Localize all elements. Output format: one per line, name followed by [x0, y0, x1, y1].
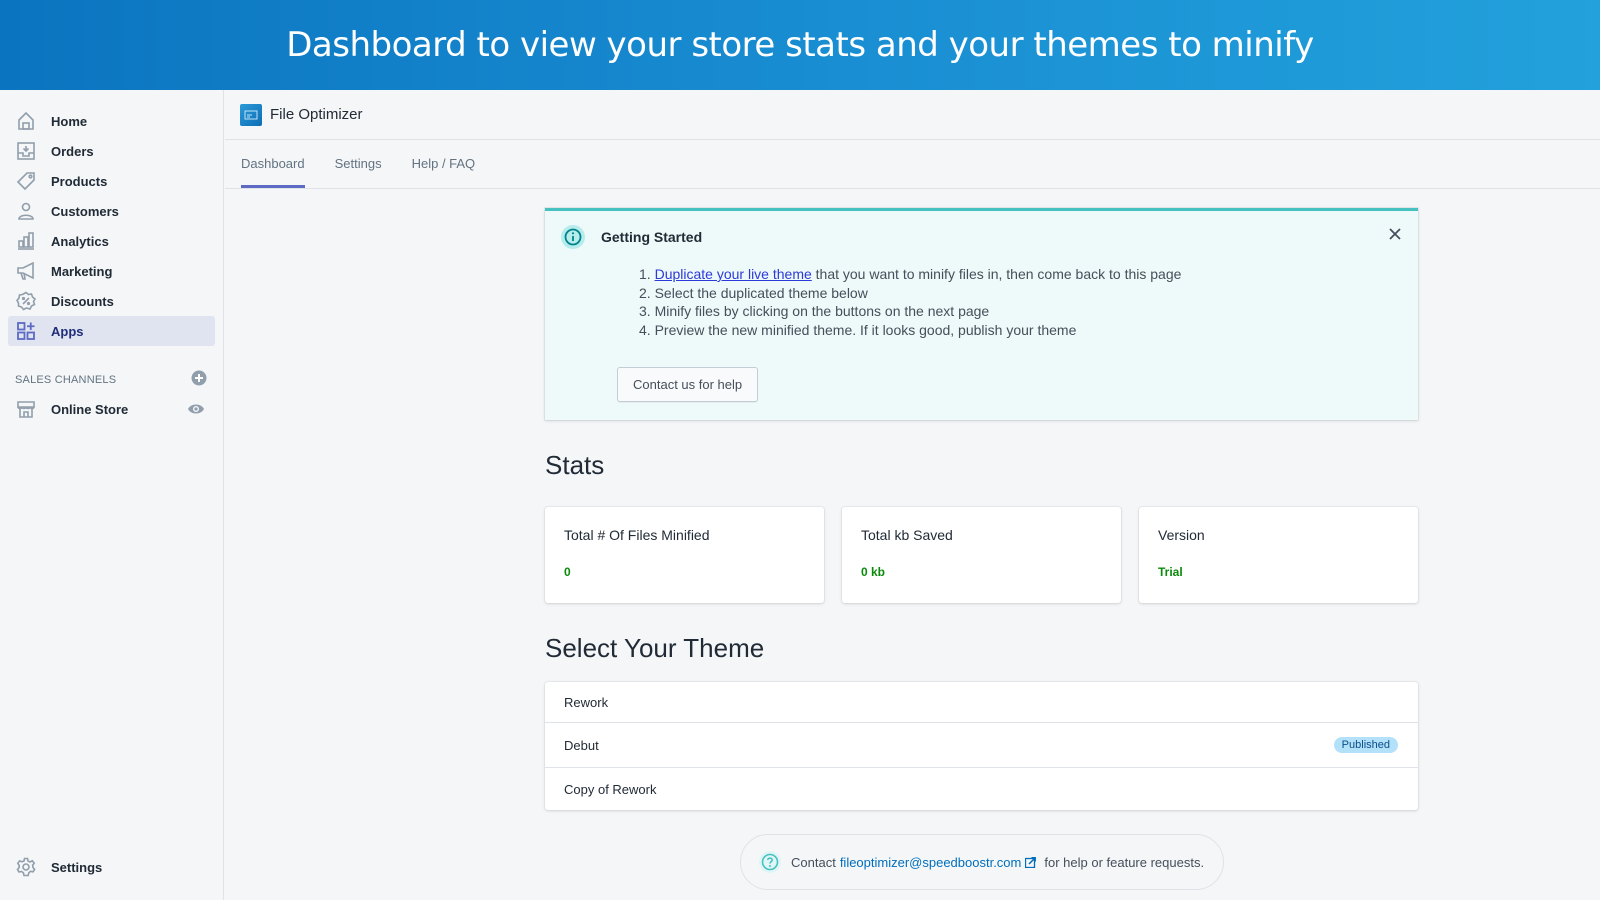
info-icon	[561, 225, 585, 249]
step-number: 3.	[639, 303, 655, 319]
sidebar-item-label: Customers	[51, 203, 119, 219]
sidebar-item-analytics[interactable]: Analytics	[8, 226, 215, 256]
main-area: File Optimizer Dashboard Settings Help /…	[225, 90, 1600, 900]
stats-heading: Stats	[545, 450, 605, 480]
stat-value: 0	[564, 565, 571, 579]
sidebar-item-home[interactable]: Home	[8, 106, 215, 136]
getting-started-header: Getting Started	[561, 225, 1402, 249]
sidebar-item-online-store[interactable]: Online Store	[8, 394, 215, 424]
stat-card-files-minified: Total # Of Files Minified 0	[545, 507, 824, 603]
stat-card-kb-saved: Total kb Saved 0 kb	[842, 507, 1121, 603]
step-item: 3. Minify files by clicking on the butto…	[639, 302, 1402, 321]
theme-row-rework[interactable]: Rework	[545, 682, 1418, 723]
tab-settings[interactable]: Settings	[335, 156, 382, 188]
sidebar-item-products[interactable]: Products	[8, 166, 215, 196]
support-email-link[interactable]: fileoptimizer@speedboostr.com	[840, 855, 1022, 870]
sidebar-item-orders[interactable]: Orders	[8, 136, 215, 166]
theme-list: Rework Debut Published Copy of Rework	[545, 682, 1418, 810]
theme-name: Copy of Rework	[564, 781, 657, 797]
home-icon	[16, 111, 36, 131]
step-item: 2. Select the duplicated theme below	[639, 284, 1402, 303]
sales-channels-heading: SALES CHANNELS	[15, 374, 117, 386]
contact-help-button[interactable]: Contact us for help	[617, 367, 759, 402]
step-number: 1.	[639, 266, 655, 282]
app-tabs: Dashboard Settings Help / FAQ	[225, 140, 1600, 189]
close-icon[interactable]	[1388, 227, 1402, 246]
published-badge: Published	[1333, 737, 1398, 753]
sidebar-item-apps[interactable]: Apps	[8, 316, 215, 346]
eye-icon[interactable]	[187, 402, 205, 416]
sidebar-item-discounts[interactable]: Discounts	[8, 286, 215, 316]
tab-dashboard[interactable]: Dashboard	[241, 156, 305, 188]
footer-prefix: Contact	[791, 854, 836, 870]
sidebar-item-marketing[interactable]: Marketing	[8, 256, 215, 286]
theme-name: Rework	[564, 694, 609, 710]
app-logo-icon	[240, 103, 262, 126]
stat-label: Total kb Saved	[861, 527, 953, 543]
step-number: 4.	[639, 321, 655, 338]
step-text: Preview the new minified theme. If it lo…	[654, 321, 1077, 338]
orders-icon	[16, 141, 36, 161]
stat-card-version: Version Trial	[1139, 507, 1418, 603]
step-text: Minify files by clicking on the buttons …	[654, 303, 990, 319]
stat-value: 0 kb	[861, 565, 886, 579]
apps-icon	[16, 321, 36, 341]
gear-icon	[16, 857, 36, 877]
external-link-icon[interactable]	[1025, 856, 1037, 868]
theme-row-debut[interactable]: Debut Published	[545, 723, 1418, 768]
footer-suffix: for help or feature requests.	[1044, 854, 1205, 870]
sidebar-item-label: Settings	[51, 859, 103, 875]
person-icon	[16, 201, 36, 221]
sidebar-item-label: Orders	[51, 143, 94, 159]
question-icon	[759, 851, 781, 873]
dashboard-content: Getting Started 1. Duplicate your live t…	[545, 208, 1418, 810]
add-channel-icon[interactable]	[191, 370, 207, 391]
getting-started-title: Getting Started	[601, 229, 703, 245]
theme-name: Debut	[564, 737, 599, 753]
sidebar-item-settings[interactable]: Settings	[8, 852, 216, 882]
step-text: Select the duplicated theme below	[654, 284, 868, 301]
stat-label: Version	[1158, 527, 1205, 543]
sidebar-nav: Home Orders Products Customers Analytics	[0, 90, 223, 424]
stat-value: Trial	[1158, 565, 1183, 579]
sidebar-item-label: Online Store	[51, 401, 129, 417]
sidebar-item-label: Discounts	[51, 293, 114, 309]
sidebar-item-label: Marketing	[51, 263, 113, 279]
app-title: File Optimizer	[270, 106, 363, 123]
step-item: 1. Duplicate your live theme that you wa…	[639, 265, 1402, 284]
step-item: 4. Preview the new minified theme. If it…	[639, 321, 1402, 340]
stats-cards: Total # Of Files Minified 0 Total kb Sav…	[545, 507, 1418, 603]
sidebar: Home Orders Products Customers Analytics	[0, 90, 224, 900]
sales-channels-header: SALES CHANNELS	[15, 370, 207, 390]
step-text: that you want to minify files in, then c…	[811, 266, 1182, 282]
sidebar-settings: Settings	[0, 852, 224, 882]
banner-title: Dashboard to view your store stats and y…	[286, 25, 1314, 65]
bar-chart-icon	[16, 231, 36, 251]
store-icon	[16, 399, 36, 419]
megaphone-icon	[16, 261, 36, 281]
sidebar-item-label: Apps	[51, 323, 84, 339]
app-header: File Optimizer	[225, 90, 1600, 140]
footer-help: Contact fileoptimizer@speedboostr.com fo…	[740, 834, 1224, 890]
sidebar-item-label: Products	[51, 173, 108, 189]
promo-banner: Dashboard to view your store stats and y…	[0, 0, 1600, 90]
step-number: 2.	[639, 284, 655, 301]
tab-help-faq[interactable]: Help / FAQ	[412, 156, 476, 188]
sidebar-item-customers[interactable]: Customers	[8, 196, 215, 226]
sidebar-item-label: Home	[51, 113, 88, 129]
stat-label: Total # Of Files Minified	[564, 527, 710, 543]
theme-row-copy-of-rework[interactable]: Copy of Rework	[545, 768, 1418, 810]
select-theme-heading: Select Your Theme	[545, 633, 765, 663]
getting-started-steps: 1. Duplicate your live theme that you wa…	[639, 265, 1402, 339]
discount-icon	[16, 291, 36, 311]
sidebar-item-label: Analytics	[51, 233, 109, 249]
duplicate-theme-link[interactable]: Duplicate your live theme	[655, 266, 812, 282]
getting-started-banner: Getting Started 1. Duplicate your live t…	[545, 208, 1418, 420]
tag-icon	[16, 171, 36, 191]
